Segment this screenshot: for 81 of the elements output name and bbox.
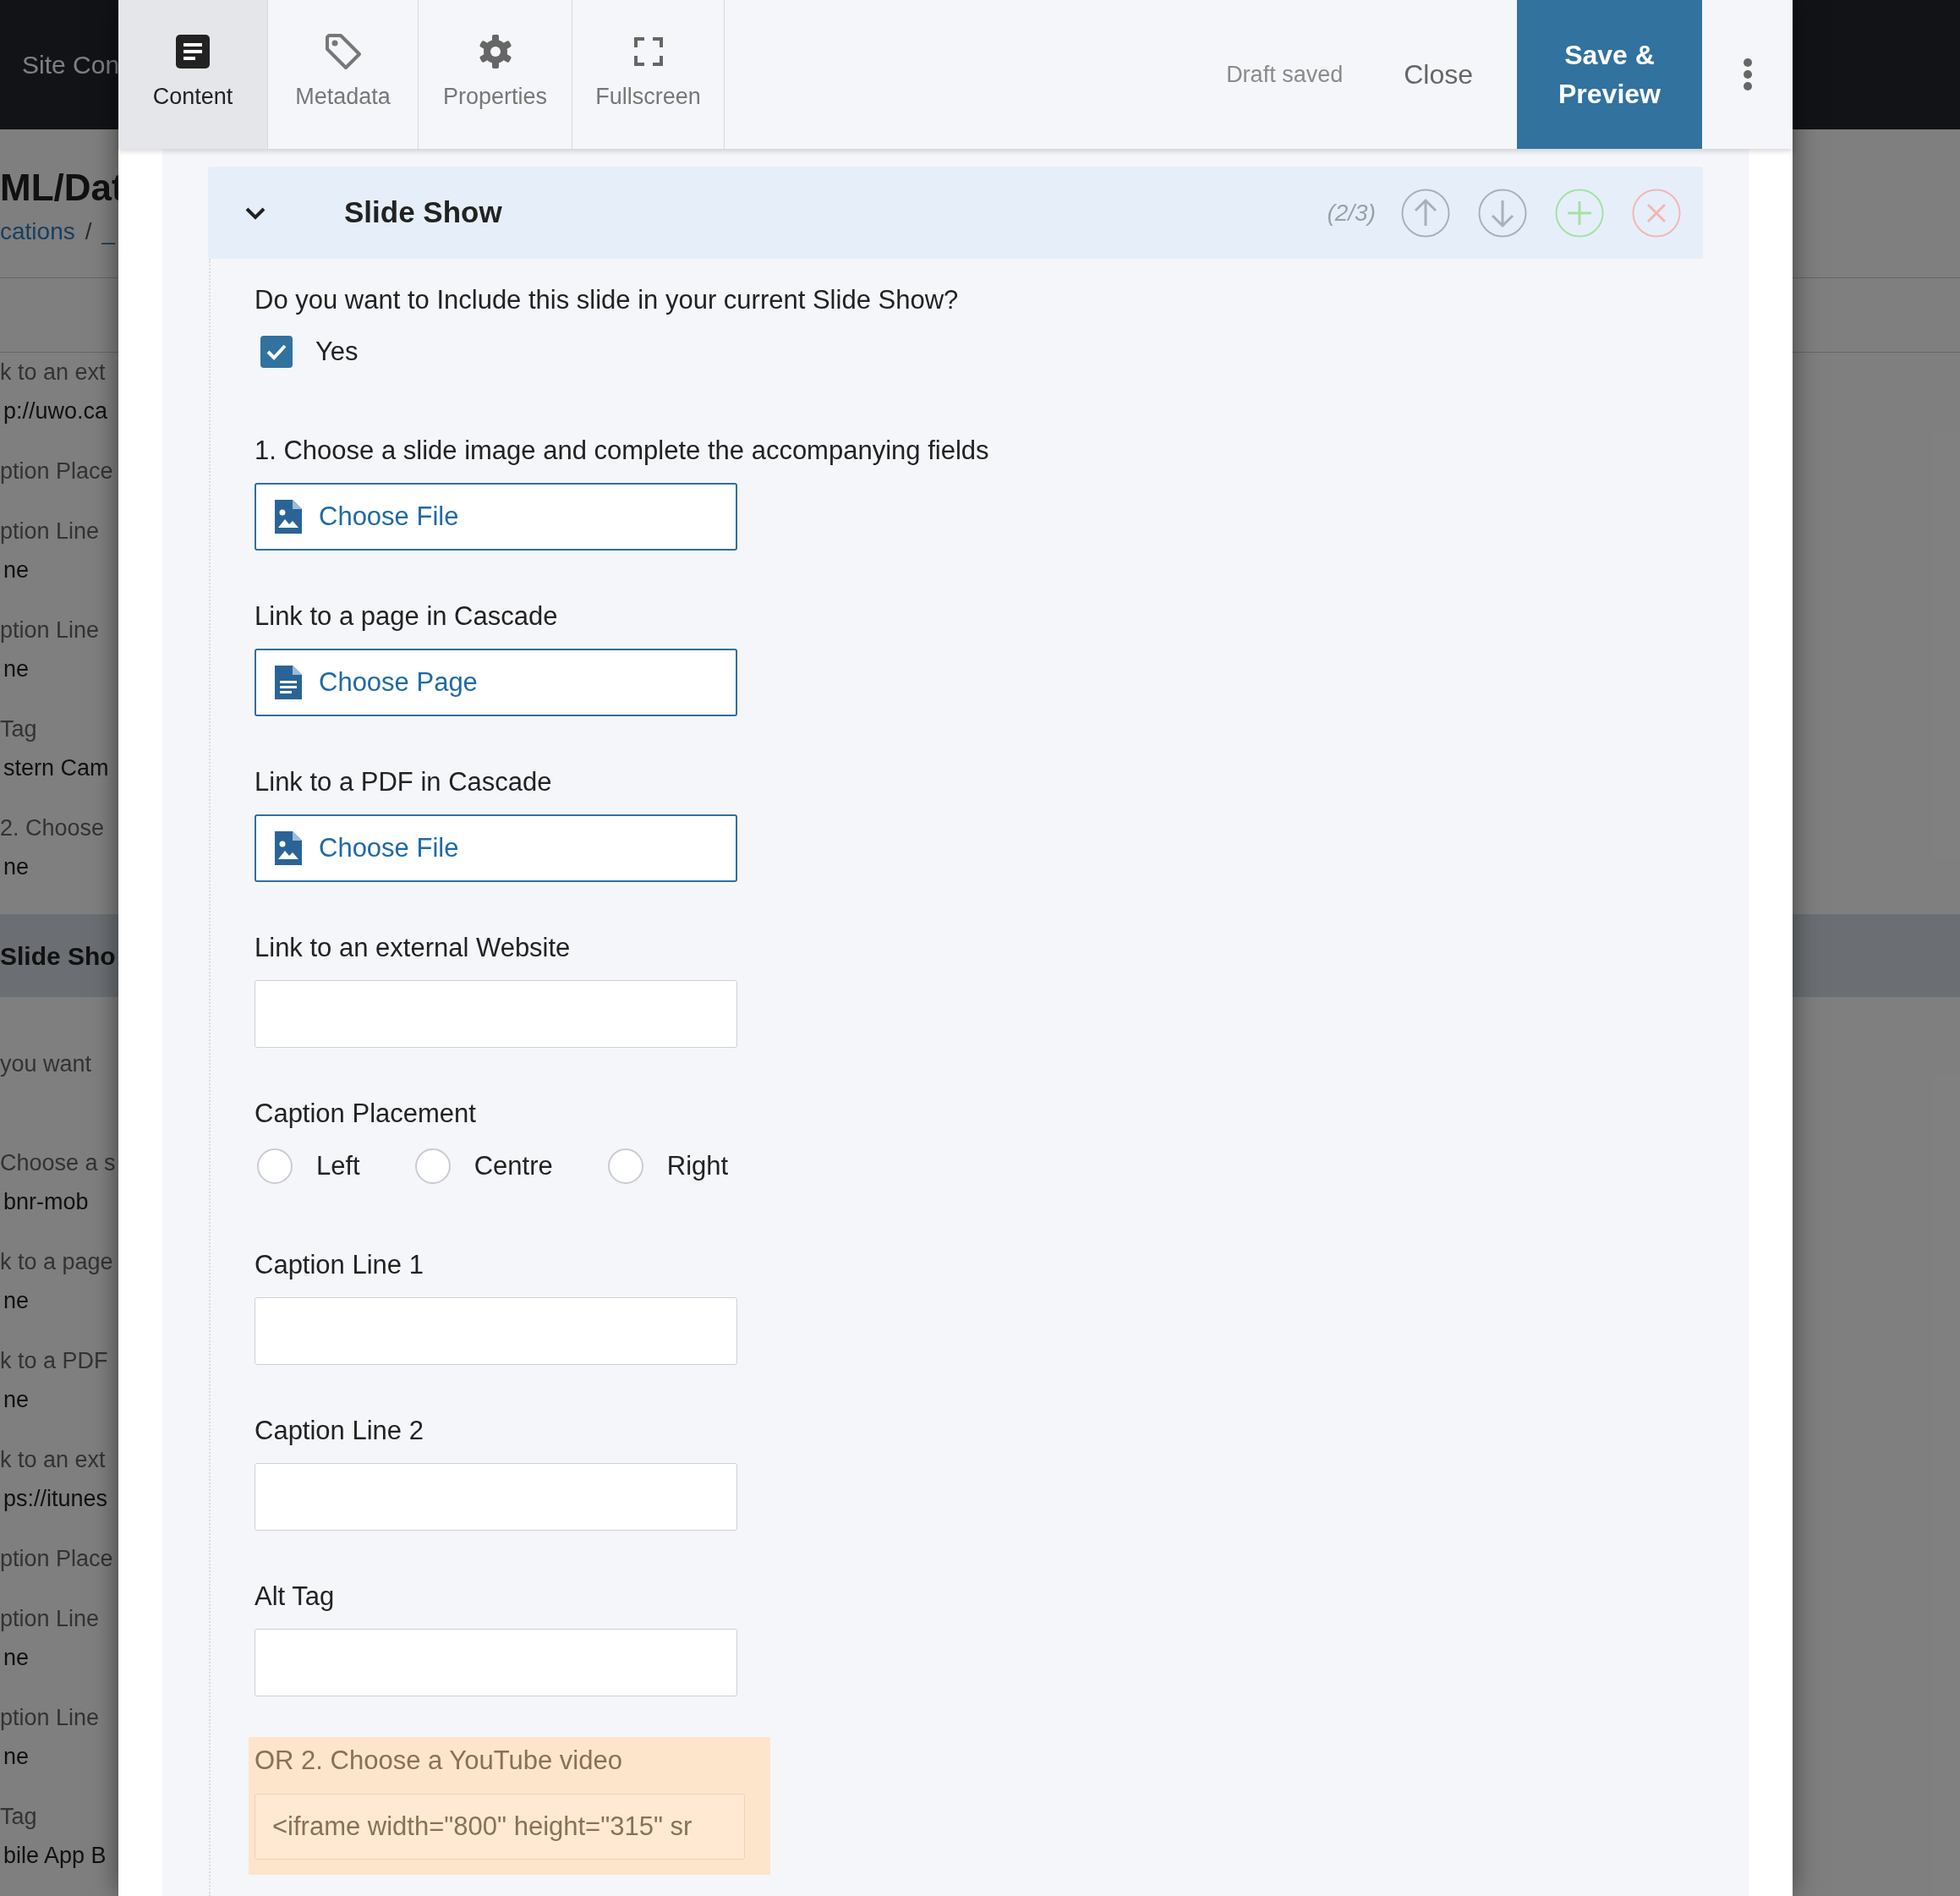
- field-value: ne: [3, 853, 30, 882]
- site-title: Site Con: [22, 50, 120, 80]
- page-title: ML/Dat: [0, 166, 124, 210]
- checkbox-label: Yes: [315, 336, 359, 368]
- check-icon: [266, 342, 287, 361]
- remove-button[interactable]: [1632, 188, 1681, 238]
- radio-label: Centre: [474, 1149, 553, 1182]
- field-label: k to an ext: [0, 359, 106, 387]
- breadcrumb-separator: /: [85, 217, 92, 246]
- breadcrumb-link[interactable]: cations: [0, 212, 75, 251]
- field-label: k to a page: [0, 1248, 113, 1276]
- field-value: bnr-mob: [3, 1188, 89, 1216]
- field-label: ption Line: [0, 518, 100, 546]
- text-input[interactable]: [255, 980, 737, 1048]
- field-label: Caption Placement: [255, 1098, 477, 1130]
- field-label: ption Line: [0, 616, 100, 645]
- field-value: ne: [3, 1386, 30, 1414]
- checkbox[interactable]: [260, 336, 293, 368]
- embed-code-input[interactable]: <iframe width="800" height="315" sr: [255, 1794, 745, 1860]
- position-indicator: (2/3): [1327, 198, 1376, 227]
- radio-label: Right: [666, 1149, 729, 1182]
- field-label: Caption Line 1: [255, 1249, 424, 1281]
- fullscreen-icon: [633, 37, 663, 66]
- add-button[interactable]: [1555, 188, 1604, 238]
- field-label: Tag: [0, 715, 37, 744]
- text-input[interactable]: [255, 1463, 737, 1531]
- field-value: stern Cam: [3, 754, 109, 783]
- close-button[interactable]: Close: [1404, 54, 1473, 95]
- field-label: Link to a page in Cascade: [255, 600, 559, 633]
- toolbar-tab[interactable]: Content: [118, 0, 268, 149]
- tag-icon: [323, 32, 363, 71]
- plus-icon: [1555, 188, 1604, 238]
- field-value: ne: [3, 655, 30, 684]
- section-title: Slide Sho: [0, 940, 116, 972]
- radio-button[interactable]: [414, 1148, 451, 1184]
- field-label: Link to a PDF in Cascade: [255, 766, 553, 798]
- field-label: you want: [0, 1050, 92, 1078]
- image-file-icon: [275, 500, 302, 534]
- field-value: ps://itunes: [3, 1485, 108, 1513]
- field-label: Alt Tag: [255, 1581, 336, 1613]
- arrow-up-icon: [1401, 188, 1450, 238]
- question-text: Do you want to Include this slide in your current Slide Show?: [255, 284, 960, 316]
- choose-button[interactable]: Choose Page: [255, 649, 737, 716]
- radio-button[interactable]: [607, 1148, 643, 1184]
- field-value: ne: [3, 556, 30, 585]
- field-label: Link to an external Website: [255, 932, 572, 964]
- field-label: k to an ext: [0, 1446, 106, 1474]
- move-up-button[interactable]: [1401, 188, 1450, 238]
- field-value: ne: [3, 1644, 30, 1672]
- text-input[interactable]: [255, 1629, 737, 1696]
- choose-button[interactable]: Choose File: [255, 483, 737, 551]
- field-value: bile App B: [3, 1842, 107, 1870]
- field-value: ne: [3, 1287, 30, 1315]
- image-file-icon: [275, 831, 302, 865]
- field-label: ption Line: [0, 1605, 100, 1633]
- save-preview-button[interactable]: Save & Preview: [1517, 0, 1702, 149]
- field-value: p://uwo.ca: [3, 397, 108, 426]
- field-label: 1. Choose a slide image and complete the accompanying fields: [255, 435, 990, 467]
- text-input[interactable]: [255, 1297, 737, 1365]
- radio-label: Left: [316, 1149, 360, 1182]
- field-label: 2. Choose: [0, 814, 105, 843]
- document-icon: [176, 33, 210, 70]
- chevron-down-icon: [244, 205, 266, 220]
- field-label: ption Line: [0, 1704, 100, 1732]
- field-label: OR 2. Choose a YouTube video: [255, 1745, 623, 1777]
- field-label: k to a PDF: [0, 1347, 108, 1375]
- choose-button[interactable]: Choose File: [255, 814, 737, 882]
- radio-button[interactable]: [257, 1148, 293, 1184]
- field-label: Tag: [0, 1803, 37, 1831]
- more-icon: [1743, 58, 1752, 90]
- field-label: ption Place: [0, 1545, 113, 1573]
- field-label: ption Place: [0, 458, 113, 486]
- field-label: Caption Line 2: [255, 1415, 424, 1447]
- status-text: Draft saved: [1226, 60, 1344, 89]
- arrow-down-icon: [1478, 188, 1527, 238]
- field-value: ne: [3, 1743, 30, 1771]
- move-down-button[interactable]: [1478, 188, 1527, 238]
- close-icon: [1632, 188, 1681, 238]
- section-title: Slide Show: [344, 195, 502, 231]
- document-icon: [275, 666, 302, 699]
- field-label: Choose a s: [0, 1149, 116, 1177]
